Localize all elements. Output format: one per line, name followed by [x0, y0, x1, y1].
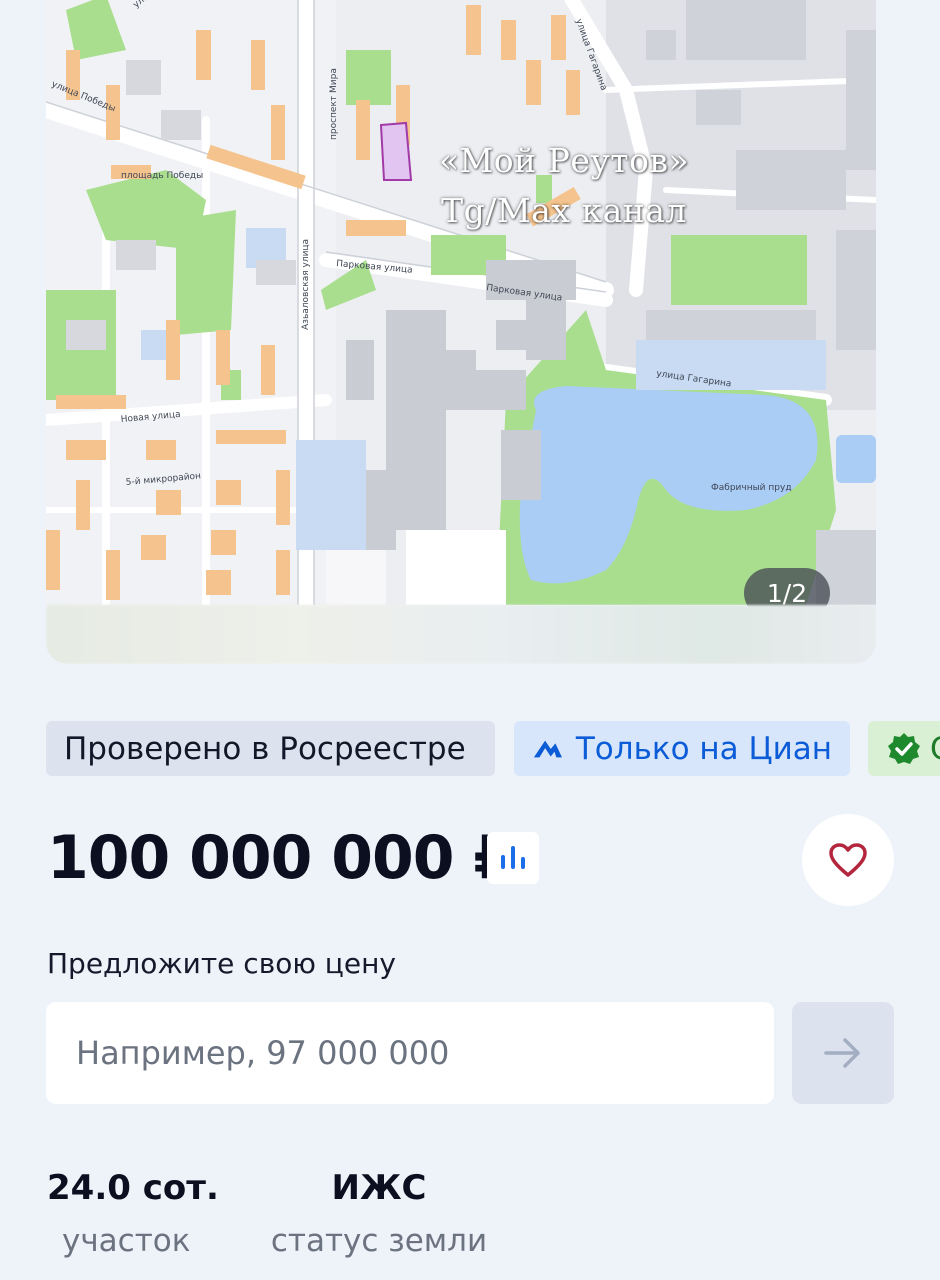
map-image: улица Победы улица Гагарина проспект Мир…	[46, 0, 876, 605]
street-label-ploshchad: площадь Победы	[121, 171, 203, 181]
cian-logo-icon	[533, 740, 562, 757]
verified-badge[interactable]: Проверено в Росреестре	[46, 721, 495, 776]
verified-check-icon	[888, 732, 920, 764]
price-history-button[interactable]	[487, 832, 539, 884]
price-value: 100 000 000 ₽	[47, 823, 515, 893]
favorite-button[interactable]	[802, 814, 894, 906]
street-label-mira: проспект Мира	[329, 68, 339, 140]
fact-plot-area-value: 24.0 сот.	[47, 1168, 219, 1208]
bar-chart-icon	[501, 846, 525, 869]
only-cian-badge[interactable]: Только на Циан	[514, 721, 850, 776]
fact-land-status-label: статус земли	[270, 1223, 488, 1259]
map-gallery[interactable]: улица Победы улица Гагарина проспект Мир…	[46, 0, 876, 664]
checked-badge-label: С	[930, 731, 940, 767]
only-cian-badge-label: Только на Циан	[575, 730, 832, 767]
arrow-right-icon	[824, 1038, 860, 1068]
gallery-bottom-fade	[46, 605, 876, 664]
watermark-line-2: Tg/Max канал	[441, 191, 687, 230]
offer-submit-button[interactable]	[792, 1002, 894, 1104]
offer-price-label: Предложите свою цену	[47, 947, 396, 980]
offer-price-input[interactable]	[46, 1002, 774, 1104]
checked-badge[interactable]: С	[868, 721, 940, 776]
fact-plot-area: 24.0 сот. участок	[47, 1167, 219, 1260]
channel-watermark: «Мой Реутов» Tg/Max канал	[414, 136, 714, 236]
listing-page: улица Победы улица Гагарина проспект Мир…	[0, 0, 940, 1280]
fact-plot-area-label: участок	[62, 1223, 191, 1259]
street-label-akademicheskaya: Азьаловская улица	[301, 239, 311, 330]
fact-land-status: ИЖС статус земли	[268, 1167, 490, 1260]
fact-land-status-value: ИЖС	[331, 1168, 427, 1208]
verified-badge-label: Проверено в Росреестре	[64, 730, 466, 767]
pond-label: Фабричный пруд	[711, 483, 792, 493]
watermark-line-1: «Мой Реутов»	[438, 141, 690, 180]
heart-icon	[829, 843, 867, 877]
